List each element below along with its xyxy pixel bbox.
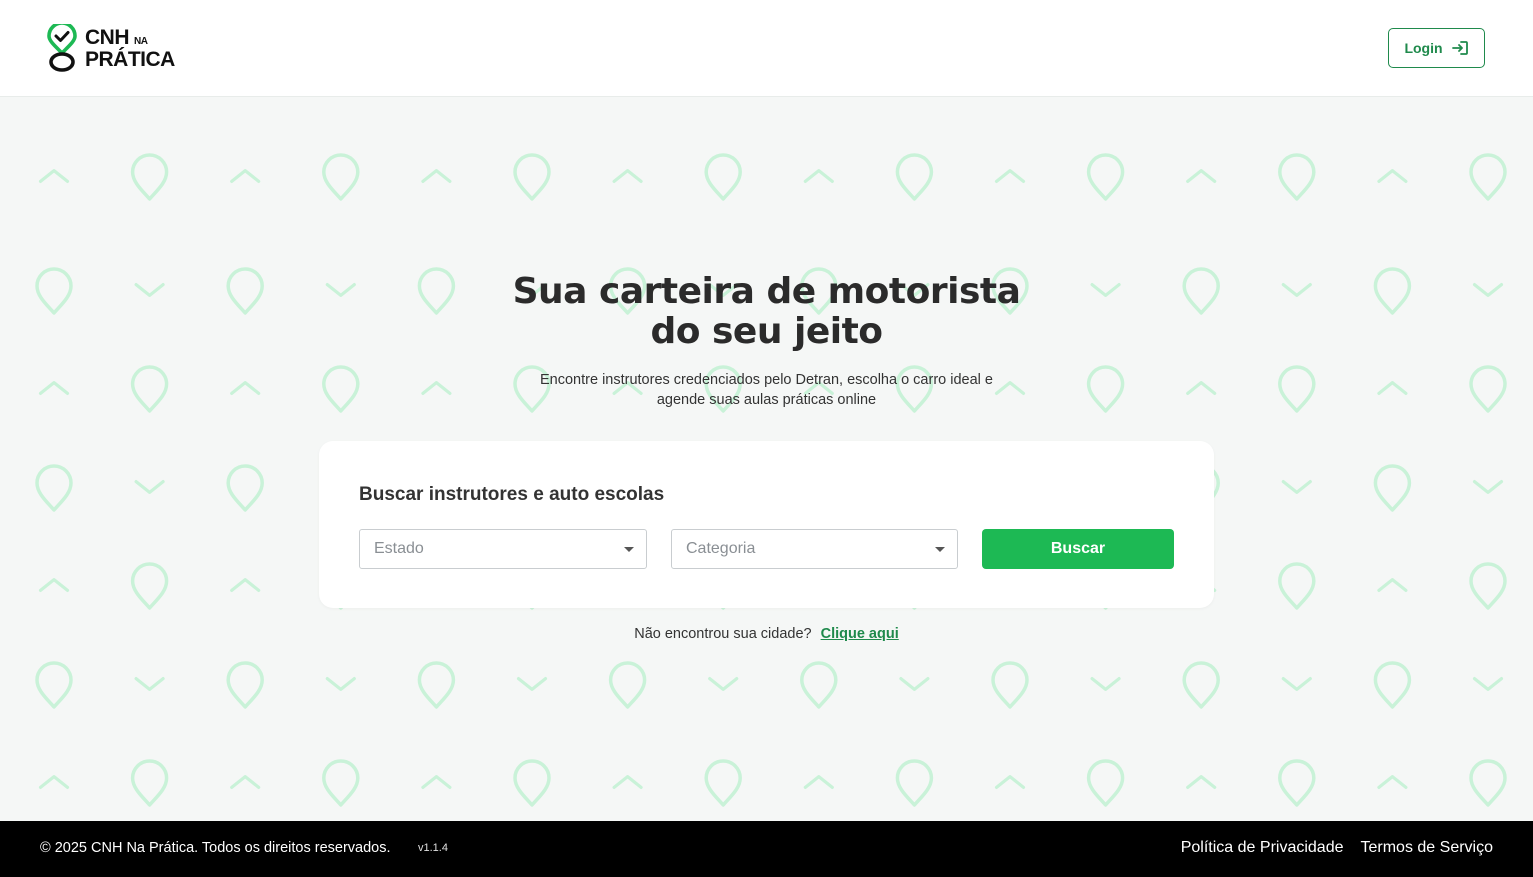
pattern-pin-icon bbox=[417, 661, 456, 709]
pattern-pin-icon bbox=[1278, 153, 1316, 201]
pattern-pin-icon bbox=[608, 661, 647, 709]
logo-na: NA bbox=[134, 35, 148, 47]
footer-links: Política de Privacidade Termos de Serviç… bbox=[1181, 839, 1493, 857]
buscar-button[interactable]: Buscar bbox=[982, 529, 1174, 569]
hero-title-line2: do seu jeito bbox=[650, 311, 883, 352]
pattern-pin-icon bbox=[1278, 759, 1316, 807]
sign-in-icon bbox=[1451, 41, 1468, 55]
estado-placeholder: Estado bbox=[374, 540, 424, 557]
pattern-pin-icon bbox=[1086, 759, 1125, 807]
estado-select[interactable]: Estado bbox=[359, 529, 647, 569]
categoria-placeholder: Categoria bbox=[686, 540, 756, 557]
logo-cnh: CNH bbox=[85, 25, 130, 49]
caret-down-icon bbox=[624, 547, 634, 552]
categoria-select[interactable]: Categoria bbox=[671, 529, 958, 569]
pattern-chevron-down-icon bbox=[325, 677, 356, 691]
hero-subtitle-line2: agende suas aulas práticas online bbox=[656, 392, 877, 408]
pattern-chevron-down-icon bbox=[1472, 480, 1504, 494]
hero-subtitle-line1: Encontre instrutores credenciados pelo D… bbox=[540, 372, 993, 388]
pattern-pin-icon bbox=[35, 661, 73, 709]
terms-link[interactable]: Termos de Serviço bbox=[1361, 839, 1494, 857]
caret-down-icon bbox=[935, 547, 945, 552]
pattern-chevron-down-icon bbox=[134, 677, 165, 691]
pattern-pin-icon bbox=[1469, 759, 1507, 807]
pattern-chevron-down-icon bbox=[1090, 677, 1121, 691]
pattern-pin-icon bbox=[130, 153, 169, 201]
pattern-pin-icon bbox=[1182, 661, 1220, 709]
pattern-pin-icon bbox=[895, 759, 934, 807]
pattern-pin-icon bbox=[322, 759, 360, 807]
pattern-pin-icon bbox=[226, 464, 264, 512]
pattern-pin-icon bbox=[895, 153, 934, 201]
login-button[interactable]: Login bbox=[1388, 28, 1485, 68]
pattern-pin-icon bbox=[1469, 153, 1507, 201]
pattern-chevron-up-icon bbox=[421, 775, 452, 789]
login-label: Login bbox=[1404, 40, 1443, 56]
logo-text: CNH NA PRÁTICA bbox=[85, 27, 175, 70]
pattern-pin-icon bbox=[130, 562, 169, 610]
not-found-row: Não encontrou sua cidade? Clique aqui bbox=[0, 626, 1533, 642]
pattern-chevron-up-icon bbox=[1377, 578, 1408, 592]
pattern-chevron-down-icon bbox=[1281, 677, 1312, 691]
pattern-chevron-up-icon bbox=[1186, 775, 1217, 789]
hero-title-line1: Sua carteira de motorista bbox=[512, 271, 1021, 312]
pattern-pin-icon bbox=[35, 464, 73, 512]
version-label: v1.1.4 bbox=[418, 842, 448, 854]
pattern-chevron-up-icon bbox=[230, 775, 261, 789]
pattern-chevron-up-icon bbox=[230, 169, 261, 183]
pattern-chevron-up-icon bbox=[1186, 169, 1217, 183]
pattern-chevron-up-icon bbox=[612, 169, 643, 183]
pattern-chevron-up-icon bbox=[421, 169, 452, 183]
search-title: Buscar instrutores e auto escolas bbox=[359, 484, 665, 505]
pattern-pin-icon bbox=[513, 153, 551, 201]
pattern-chevron-up-icon bbox=[38, 169, 70, 183]
footer: © 2025 CNH Na Prática. Todos os direitos… bbox=[0, 821, 1533, 877]
pattern-chevron-down-icon bbox=[708, 677, 739, 691]
pattern-pin-icon bbox=[322, 153, 360, 201]
pattern-pin-icon bbox=[1373, 464, 1412, 512]
pattern-pin-icon bbox=[226, 661, 264, 709]
pattern-pin-icon bbox=[704, 759, 742, 807]
pattern-chevron-up-icon bbox=[38, 578, 70, 592]
hero-subtitle: Encontre instrutores credenciados pelo D… bbox=[0, 370, 1533, 410]
pattern-chevron-down-icon bbox=[1472, 677, 1504, 691]
pattern-chevron-up-icon bbox=[38, 775, 70, 789]
pattern-pin-icon bbox=[1469, 562, 1507, 610]
pattern-chevron-down-icon bbox=[516, 677, 548, 691]
pattern-chevron-down-icon bbox=[899, 677, 930, 691]
not-found-text: Não encontrou sua cidade? bbox=[634, 626, 812, 642]
pattern-chevron-up-icon bbox=[612, 775, 643, 789]
search-card: Buscar instrutores e auto escolas Estado… bbox=[319, 441, 1214, 608]
logo[interactable]: CNH NA PRÁTICA bbox=[47, 23, 175, 73]
pattern-chevron-down-icon bbox=[134, 480, 165, 494]
hero-title: Sua carteira de motorista do seu jeito bbox=[0, 272, 1533, 352]
clique-aqui-link[interactable]: Clique aqui bbox=[821, 626, 899, 642]
pattern-pin-icon bbox=[991, 661, 1029, 709]
logo-pratica: PRÁTICA bbox=[85, 47, 175, 71]
pattern-pin-icon bbox=[704, 153, 742, 201]
pattern-pin-icon bbox=[800, 661, 838, 709]
pattern-pin-icon bbox=[513, 759, 551, 807]
pattern-pin-icon bbox=[1278, 562, 1316, 610]
map-pin-check-icon bbox=[47, 24, 77, 72]
copyright-text: © 2025 CNH Na Prática. Todos os direitos… bbox=[40, 840, 391, 856]
pattern-pin-icon bbox=[1086, 153, 1125, 201]
pattern-chevron-up-icon bbox=[994, 169, 1026, 183]
pattern-pin-icon bbox=[1373, 661, 1412, 709]
pattern-chevron-up-icon bbox=[994, 775, 1026, 789]
pattern-chevron-up-icon bbox=[1377, 169, 1408, 183]
pattern-chevron-up-icon bbox=[1377, 775, 1408, 789]
pattern-chevron-down-icon bbox=[1281, 480, 1312, 494]
header: CNH NA PRÁTICA Login bbox=[0, 0, 1533, 97]
pattern-chevron-up-icon bbox=[803, 775, 834, 789]
pattern-pin-icon bbox=[130, 759, 169, 807]
pattern-chevron-up-icon bbox=[803, 169, 834, 183]
privacy-link[interactable]: Política de Privacidade bbox=[1181, 839, 1344, 857]
pattern-chevron-up-icon bbox=[230, 578, 261, 592]
